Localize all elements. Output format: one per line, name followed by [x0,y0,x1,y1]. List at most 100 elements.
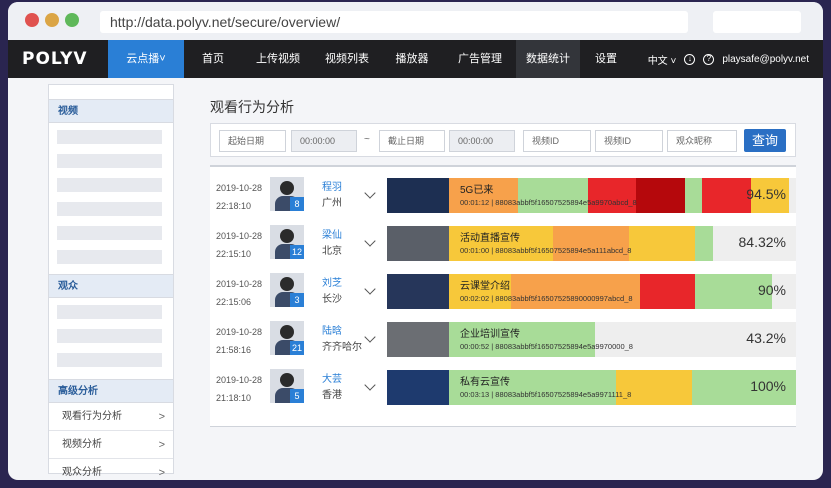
table-row[interactable]: 2019-10-28 22:15:10 12 梁仙 北京 活动直播宣传 00:0… [210,219,796,267]
video-thumbnail[interactable] [387,274,449,309]
close-window-button[interactable] [25,13,39,27]
nav-items: 云点播˅ 首页 上传视频 视频列表 播放器 广告管理 数据统计 设置 [108,40,632,78]
heat-segment [518,178,588,213]
row-date: 2019-10-28 [216,375,263,385]
chevron-down-icon[interactable] [364,235,376,247]
video-thumbnail[interactable] [387,322,449,357]
browser-search-bar[interactable] [713,11,801,33]
table-row[interactable]: 2019-10-28 21:58:16 21 陆晗 齐齐哈尔 企业培训宣传 00… [210,315,796,363]
view-count-badge: 5 [290,389,304,403]
nav-item-0[interactable]: 云点播˅ [108,40,184,78]
heat-segment [629,226,696,261]
viewer-name-block: 陆晗 齐齐哈尔 [322,324,362,356]
row-time: 22:15:10 [216,249,252,259]
heat-segment [636,178,685,213]
sidebar: 视频 观众 高级分析 观看行为分析 > 视频分析 > 观众分析 > [48,84,174,479]
view-count-badge: 8 [290,197,304,211]
sidebar-placeholder [57,154,162,168]
nav-item-5[interactable]: 广告管理 [444,40,516,78]
viewer-name[interactable]: 程羽 [322,180,342,196]
sidebar-section-video[interactable]: 视频 [49,99,173,123]
start-date-input[interactable]: 起始日期 [219,130,286,152]
heat-segment [702,178,751,213]
viewer-name[interactable]: 陆晗 [322,324,362,340]
row-date: 2019-10-28 [216,327,263,337]
heat-segment [789,178,796,213]
heat-segment [684,178,703,213]
video-meta: 00:02:02 | 88083abbf5f16507525890000997a… [460,294,633,303]
polyv-logo[interactable]: POLYV [8,49,108,69]
nav-item-3[interactable]: 视频列表 [314,40,380,78]
language-selector[interactable]: 中文 ˅ [648,52,677,67]
nav-item-6[interactable]: 数据统计 [516,40,580,78]
sidebar-section-advanced[interactable]: 高级分析 [49,379,173,403]
minimize-window-button[interactable] [45,13,59,27]
help-icon[interactable]: ? [703,53,715,65]
table-row[interactable]: 2019-10-28 22:18:10 8 程羽 广州 5G已来 00:01:1… [210,171,796,219]
chevron-down-icon[interactable] [364,379,376,391]
nav-item-2[interactable]: 上传视频 [242,40,314,78]
nav-right: 中文 ˅ ↓ ? playsafe@polyv.net [648,40,809,78]
start-time-input[interactable]: 00:00:00 [291,130,357,152]
query-button[interactable]: 查询 [744,129,786,152]
video-thumbnail[interactable] [387,370,449,405]
maximize-window-button[interactable] [65,13,79,27]
sidebar-item-audience-analysis[interactable]: 观众分析 > [49,459,173,480]
avatar-head [280,277,294,291]
video-id-input[interactable]: 视频ID [523,130,591,152]
video-thumbnail[interactable] [387,226,449,261]
avatar[interactable]: 21 [270,321,304,355]
page-title: 观看行为分析 [210,99,294,115]
row-time: 22:18:10 [216,201,252,211]
heat-segment [615,370,692,405]
row-time: 21:58:16 [216,345,252,355]
viewer-nickname-input[interactable]: 观众昵称 [667,130,737,152]
avatar[interactable]: 8 [270,177,304,211]
viewer-name-block: 刘芝 长沙 [322,276,342,308]
viewer-city: 齐齐哈尔 [322,342,362,353]
nav-item-7[interactable]: 设置 [580,40,632,78]
behavior-table: 2019-10-28 22:18:10 8 程羽 广州 5G已来 00:01:1… [210,165,796,427]
table-row[interactable]: 2019-10-28 22:15:06 3 刘芝 长沙 云课堂介绍 00:02:… [210,267,796,315]
end-time-input[interactable]: 00:00:00 [449,130,515,152]
chevron-down-icon[interactable] [364,283,376,295]
avatar[interactable]: 5 [270,369,304,403]
sidebar-placeholder [57,353,162,367]
viewer-name[interactable]: 梁仙 [322,228,342,244]
avatar-head [280,229,294,243]
chevron-down-icon[interactable] [364,187,376,199]
address-bar[interactable]: http://data.polyv.net/secure/overview/ [100,11,688,33]
user-account[interactable]: playsafe@polyv.net [722,54,809,65]
browser-chrome: http://data.polyv.net/secure/overview/ [8,2,823,40]
sidebar-placeholder [57,130,162,144]
table-row[interactable]: 2019-10-28 21:18:10 5 大芸 香港 私有云宣传 00:03:… [210,363,796,411]
viewer-city: 长沙 [322,294,342,305]
viewer-name[interactable]: 刘芝 [322,276,342,292]
nav-item-4[interactable]: 播放器 [380,40,444,78]
nav-item-1[interactable]: 首页 [184,40,242,78]
completion-percent: 100% [750,378,786,394]
download-icon[interactable]: ↓ [684,53,696,65]
completion-percent: 84.32% [738,234,786,250]
sidebar-placeholder [57,250,162,264]
viewer-name[interactable]: 大芸 [322,372,342,388]
video-title: 私有云宣传 [460,377,510,388]
video-meta: 00:03:13 | 88083abbf5f16507525894e5a9971… [460,390,632,399]
completion-percent: 43.2% [746,330,786,346]
chevron-down-icon[interactable] [364,331,376,343]
heat-segment [587,178,637,213]
avatar[interactable]: 12 [270,225,304,259]
avatar-head [280,325,294,339]
row-date: 2019-10-28 [216,279,263,289]
sidebar-item-behavior-analysis[interactable]: 观看行为分析 > [49,403,173,431]
sidebar-section-audience[interactable]: 观众 [49,274,173,298]
video-thumbnail[interactable] [387,178,449,213]
heat-segment [695,226,713,261]
heat-segment [639,274,696,309]
video-meta: 00:00:52 | 88083abbf5f16507525894e5a9970… [460,342,633,351]
sidebar-placeholder [57,329,162,343]
end-date-input[interactable]: 截止日期 [379,130,445,152]
avatar[interactable]: 3 [270,273,304,307]
video-id-input-2[interactable]: 视频ID [595,130,663,152]
sidebar-item-video-analysis[interactable]: 视频分析 > [49,431,173,459]
